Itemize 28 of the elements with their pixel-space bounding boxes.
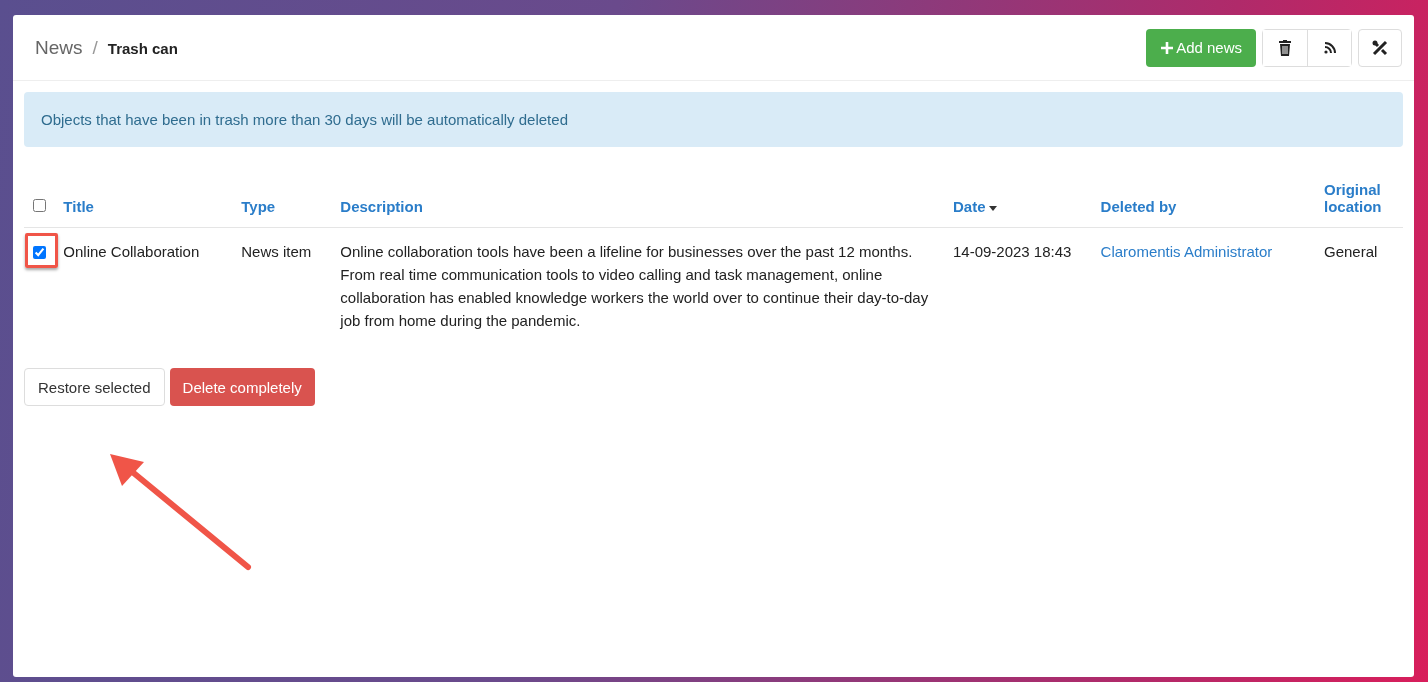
- caret-icon: [989, 205, 998, 211]
- breadcrumb-separator: /: [92, 36, 98, 59]
- feed-icon: [1323, 41, 1336, 54]
- tools-icon: [1371, 38, 1389, 57]
- breadcrumb-link[interactable]: News: [35, 36, 83, 59]
- select-all-checkbox[interactable]: [33, 199, 46, 212]
- plus-icon: [1160, 40, 1175, 55]
- column-header[interactable]: Type: [241, 198, 276, 215]
- table-cell: News item: [233, 227, 333, 344]
- add-news-button[interactable]: Add news: [1146, 28, 1256, 67]
- column-header[interactable]: Deleted by: [1100, 198, 1177, 215]
- trash-icon: [1278, 39, 1292, 56]
- restore-button[interactable]: Restore selected: [24, 368, 165, 406]
- tools-button[interactable]: [1358, 28, 1402, 67]
- user-link[interactable]: Claromentis Administrator: [1100, 243, 1273, 260]
- table-cell: 14-09-2023 18:43: [944, 227, 1093, 344]
- breadcrumb-current: Trash can: [107, 39, 178, 57]
- column-header[interactable]: Description: [340, 198, 423, 215]
- feed-button[interactable]: [1307, 29, 1351, 66]
- table-cell: General: [1316, 227, 1403, 344]
- column-header[interactable]: Original location: [1324, 181, 1395, 215]
- table-cell: Online collaboration tools have been a lifeline for businesses over the past 12 months. From real time communication tools to video calling and task management, online collaboration has enabled knowledge workers the world over to continue their day-to-day job from home during the pandemic.: [332, 227, 945, 344]
- table-cell: Online Collaboration: [55, 227, 234, 344]
- column-header[interactable]: Title: [63, 198, 94, 215]
- column-header[interactable]: Date: [952, 198, 986, 215]
- delete-button[interactable]: Delete completely: [169, 368, 315, 406]
- row-checkbox[interactable]: [33, 245, 46, 259]
- info-alert: Objects that have been in trash more than 30 days will be automatically deleted: [24, 92, 1403, 147]
